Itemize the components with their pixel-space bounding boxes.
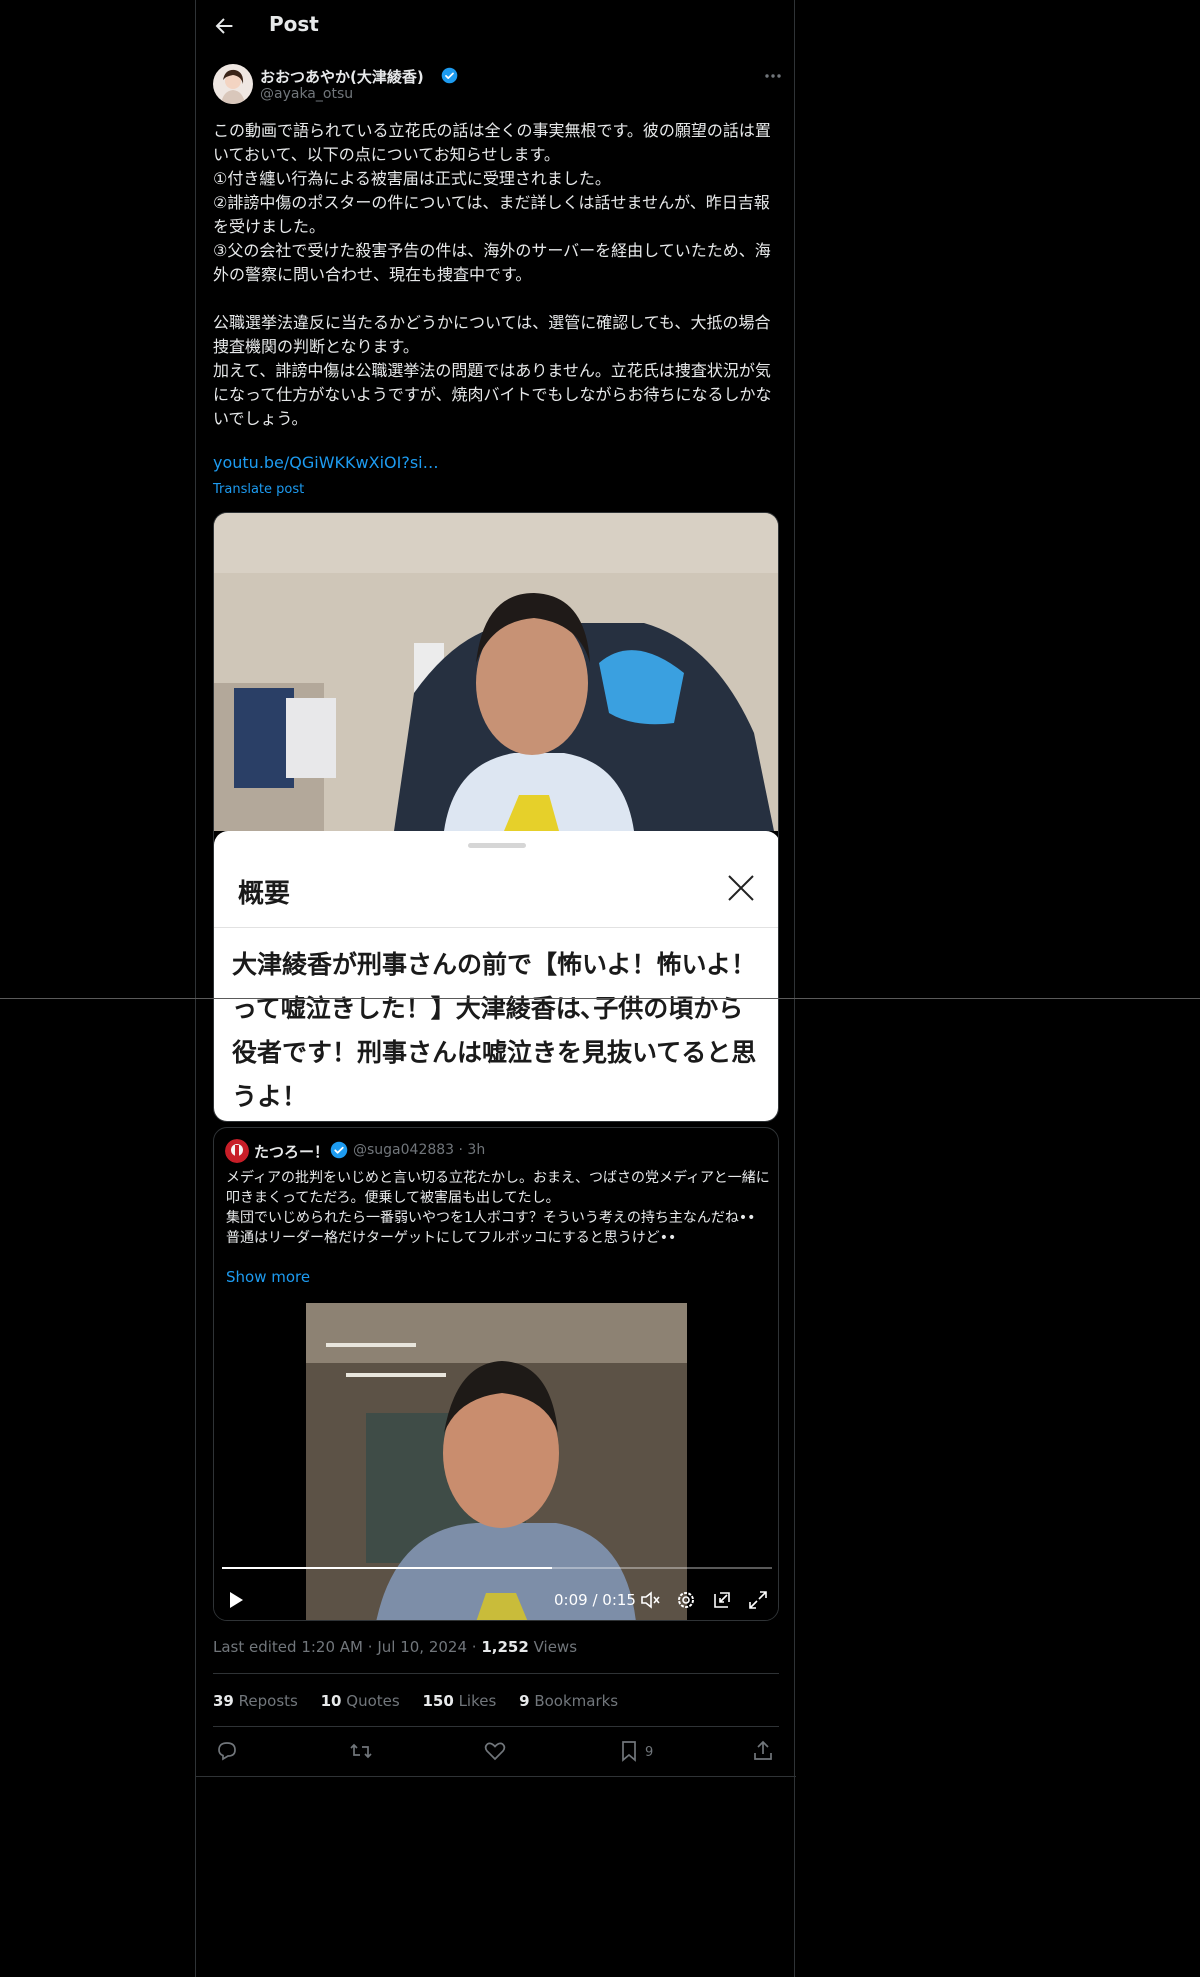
post-meta: Last edited 1:20 AM · Jul 10, 2024 · 1,2… (213, 1638, 577, 1656)
verified-badge-icon (330, 1141, 348, 1159)
share-icon[interactable] (751, 1739, 775, 1763)
mute-icon[interactable] (639, 1589, 661, 1611)
settings-gear-icon[interactable] (675, 1589, 697, 1611)
media-card[interactable]: 概要 大津綾香が刑事さんの前で【怖いよ！怖いよ！って嘘泣きした！】大津綾香は､子… (213, 512, 779, 1122)
repost-icon[interactable] (349, 1739, 373, 1763)
picture-in-picture-icon[interactable] (711, 1589, 733, 1611)
fullscreen-icon[interactable] (747, 1589, 769, 1611)
views-count: 1,252 (481, 1638, 529, 1656)
meta-separator: · (471, 1638, 477, 1656)
views-label: Views (533, 1638, 578, 1656)
bookmark-count: 9 (645, 1745, 654, 1760)
show-more-link[interactable]: Show more (226, 1268, 310, 1286)
reply-icon[interactable] (215, 1739, 239, 1763)
quoted-post[interactable]: たつろー！ @suga042883 · 3h メディアの批判をいじめと言い切る立… (213, 1127, 779, 1621)
summary-sheet: 概要 大津綾香が刑事さんの前で【怖いよ！怖いよ！って嘘泣きした！】大津綾香は､子… (214, 831, 778, 1121)
sheet-drag-handle[interactable] (468, 843, 526, 848)
divider (213, 1726, 779, 1727)
stat-bookmarks[interactable]: 9 Bookmarks (519, 1692, 618, 1710)
post-link[interactable]: youtu.be/QGiWKKwXiOI?si… (213, 453, 439, 472)
main-column: Post おおつあやか(大津綾香) @ayaka_otsu この動画で語られてい… (195, 0, 796, 1977)
avatar[interactable] (213, 64, 253, 104)
post-date[interactable]: Jul 10, 2024 (377, 1638, 467, 1656)
author-handle[interactable]: @ayaka_otsu (260, 86, 353, 102)
sheet-title: 概要 (238, 879, 291, 909)
like-icon[interactable] (483, 1739, 507, 1763)
post-text: この動画で語られている立花氏の話は全くの事実無根です。彼の願望の話は置いておいて… (213, 121, 772, 428)
stat-quotes[interactable]: 10 Quotes (321, 1692, 400, 1710)
quoted-display-name[interactable]: たつろー！ (254, 1141, 329, 1162)
divider (196, 1776, 796, 1777)
stat-reposts[interactable]: 39 Reposts (213, 1692, 298, 1710)
post-author: おおつあやか(大津綾香) @ayaka_otsu (213, 64, 783, 110)
edited-time[interactable]: Last edited 1:20 AM (213, 1638, 363, 1656)
close-icon[interactable] (726, 873, 756, 903)
play-icon[interactable] (226, 1590, 246, 1610)
top-bar: Post (196, 0, 796, 53)
page-title: Post (269, 12, 319, 36)
bookmark-icon[interactable] (617, 1739, 641, 1763)
horizontal-guide-line (0, 998, 1200, 999)
engagement-stats: 39 Reposts 10 Quotes 150 Likes 9 Bookmar… (213, 1692, 636, 1710)
video-progress-fill (222, 1567, 552, 1569)
video-progress-bar[interactable] (222, 1567, 772, 1569)
sheet-divider (214, 927, 778, 928)
video-thumbnail[interactable] (214, 513, 779, 831)
stat-likes[interactable]: 150 Likes (422, 1692, 496, 1710)
quoted-time: · 3h (458, 1142, 486, 1158)
quoted-handle-time: @suga042883 · 3h (353, 1142, 485, 1158)
quoted-video-player[interactable]: 0:09 / 0:15 (214, 1303, 778, 1621)
quoted-video-frame[interactable] (306, 1303, 687, 1621)
quoted-avatar[interactable] (225, 1139, 249, 1163)
more-options-icon[interactable] (763, 66, 783, 86)
verified-badge-icon (441, 67, 458, 84)
action-bar: 9 (213, 1739, 779, 1765)
divider (213, 1673, 779, 1674)
translate-post-link[interactable]: Translate post (213, 482, 304, 497)
video-timecode: 0:09 / 0:15 (554, 1591, 636, 1609)
author-display-name[interactable]: おおつあやか(大津綾香) (260, 66, 424, 87)
back-arrow-icon[interactable] (212, 14, 236, 38)
quoted-handle: @suga042883 (353, 1142, 455, 1158)
meta-separator: · (367, 1638, 373, 1656)
sheet-description: 大津綾香が刑事さんの前で【怖いよ！怖いよ！って嘘泣きした！】大津綾香は､子供の頃… (232, 950, 757, 1111)
quoted-text: メディアの批判をいじめと言い切る立花たかし。おまえ、つばさの党メディアと一緒に叩… (226, 1170, 770, 1246)
